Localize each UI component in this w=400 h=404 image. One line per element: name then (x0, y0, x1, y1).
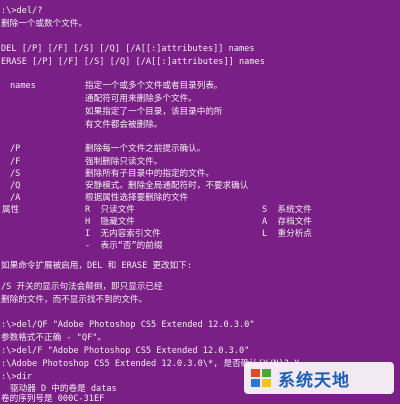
console-line: :\>del/? (1, 6, 43, 16)
console-line: :\>dir (1, 372, 33, 382)
console-line: /P (10, 144, 21, 154)
console-line: 驱动器 D 中的卷是 datas (10, 384, 117, 394)
console-line: 参数格式不正确 - "QF"。 (1, 333, 106, 343)
console-line: ERASE [/P] [/F] [/S] [/Q] [/A[[:]attribu… (1, 57, 265, 67)
console-line: 指定一个或多个文件或者目录列表。 (85, 81, 223, 91)
console-line: 根据属性选择要删除的文件 (85, 193, 189, 203)
console-line: :\>del/F "Adobe Photoshop CS5 Extended 1… (1, 346, 250, 356)
windows-flag-icon (251, 369, 271, 387)
console-line: 删除每一个文件之前提示确认。 (85, 144, 206, 154)
console-line: 强制删除只读文件。 (85, 157, 163, 167)
console-line: :\>del/QF "Adobe Photoshop CS5 Extended … (1, 320, 255, 330)
console-line: H 隐藏文件 (85, 217, 135, 227)
console-line: 属性 (2, 205, 20, 215)
console-line: /F (10, 157, 21, 167)
console-line: L 重分析点 (262, 229, 312, 239)
console-line: /S (10, 169, 21, 179)
console-window[interactable]: :\>del/? 删除一个或数个文件。 DEL [/P] [/F] [/S] [… (0, 0, 400, 404)
console-line: 如果命令扩展被启用，DEL 和 ERASE 更改如下: (1, 261, 192, 271)
console-line: DEL [/P] [/F] [/S] [/Q] [/A[[:]attribute… (1, 44, 255, 54)
console-line: /Q (10, 181, 21, 191)
console-line: 如果指定了一个目录，该目录中的所 (85, 107, 223, 117)
console-line: I 无内容索引文件 (85, 229, 161, 239)
watermark-text: 系统天地 (278, 370, 350, 391)
console-line: S 系统文件 (262, 205, 312, 215)
site-watermark: 系统天地 (244, 362, 394, 394)
console-line: 有文件都会被删除。 (85, 120, 163, 130)
console-line: 删除一个或数个文件。 (1, 19, 87, 29)
console-line: R 只读文件 (85, 205, 135, 215)
console-line: 安静模式。删除全局通配符时，不要求确认 (85, 181, 249, 191)
console-line: A 存档文件 (262, 217, 312, 227)
console-line: - 表示“否”的前缀 (85, 241, 163, 251)
console-line: 卷的序列号是 000C-31EF (1, 394, 105, 404)
console-line: /A (10, 193, 21, 203)
console-line: names (10, 81, 36, 91)
console-line: 通配符可用来删除多个文件。 (85, 94, 197, 104)
console-line: /S 开关的显示句法会颠倒，即只显示已经 (1, 282, 163, 292)
console-line: 删除的文件，而不显示找不到的文件。 (1, 295, 148, 305)
console-line: 删除所有子目录中的指定的文件。 (85, 169, 214, 179)
